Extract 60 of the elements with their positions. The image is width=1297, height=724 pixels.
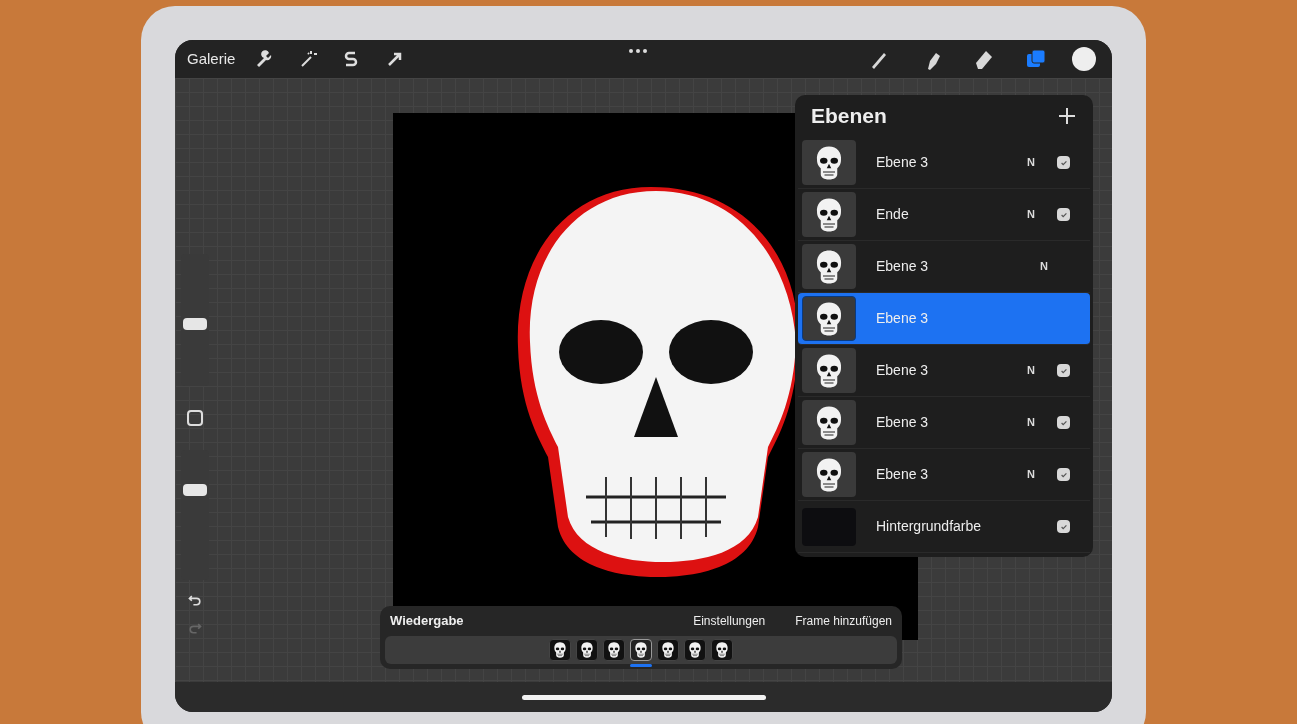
check-icon	[1059, 418, 1068, 427]
frame-thumbnail[interactable]	[630, 639, 652, 661]
slider-thumb[interactable]	[183, 484, 207, 497]
add-icon[interactable]	[1057, 106, 1077, 126]
blend-mode[interactable]: N	[1027, 414, 1041, 431]
panel-title: Ebenen	[811, 103, 887, 130]
frame-thumbnail[interactable]	[684, 639, 706, 661]
visibility-checkbox[interactable]	[1057, 156, 1070, 169]
visibility-checkbox[interactable]	[1057, 520, 1070, 533]
more-icon[interactable]	[627, 47, 648, 55]
check-icon	[1059, 366, 1068, 375]
skull-icon	[715, 641, 729, 659]
check-icon	[1059, 210, 1068, 219]
layer-name: Ebene 3	[876, 361, 930, 380]
skull-icon	[580, 641, 594, 659]
check-icon	[1059, 158, 1068, 167]
layer-name: Ende	[876, 205, 910, 224]
timeline-action-button[interactable]: Frame hinzufügen	[795, 612, 892, 630]
layer-row[interactable]: Ebene 3 N	[798, 449, 1090, 501]
skull-icon	[661, 641, 675, 659]
frame-thumbnail[interactable]	[603, 639, 625, 661]
layer-name: Ebene 3	[876, 465, 930, 484]
layer-name: Hintergrundfarbe	[876, 517, 983, 536]
blend-mode[interactable]: N	[1027, 466, 1041, 483]
skull-icon	[553, 641, 567, 659]
visibility-checkbox[interactable]	[1057, 364, 1070, 377]
layer-row[interactable]: Ebene 3 N	[798, 397, 1090, 449]
check-icon	[1059, 470, 1068, 479]
timeline-title: Wiedergabe	[390, 612, 465, 631]
layer-name: Ebene 3	[876, 257, 930, 276]
selected-frame-indicator	[630, 664, 652, 667]
frame-thumbnail[interactable]	[657, 639, 679, 661]
color-swatch[interactable]	[1072, 47, 1096, 71]
skull-icon	[607, 641, 621, 659]
layer-row[interactable]: Ende N	[798, 189, 1090, 241]
timeline-action-button[interactable]: Einstellungen	[693, 612, 766, 630]
slider-thumb[interactable]	[183, 317, 207, 330]
blend-mode[interactable]: N	[1027, 154, 1041, 171]
check-icon	[1059, 522, 1068, 531]
frame-thumbnail[interactable]	[549, 639, 571, 661]
layer-row[interactable]: Hintergrundfarbe	[798, 501, 1090, 553]
gallery-button[interactable]: Galerie	[187, 47, 236, 71]
blend-mode[interactable]: N	[1027, 206, 1041, 223]
layer-row[interactable]: Ebene 3 N	[798, 241, 1090, 293]
frame-thumbnail[interactable]	[576, 639, 598, 661]
layer-name: Ebene 3	[876, 153, 930, 172]
skull-icon	[634, 641, 648, 659]
layer-name: Ebene 3	[876, 309, 930, 328]
modify-button[interactable]	[187, 410, 203, 426]
visibility-checkbox[interactable]	[1057, 468, 1070, 481]
layer-name: Ebene 3	[876, 413, 930, 432]
layer-row[interactable]: Ebene 3	[798, 293, 1090, 345]
frame-thumbnail[interactable]	[711, 639, 733, 661]
blend-mode[interactable]: N	[1040, 258, 1054, 275]
layer-row[interactable]: Ebene 3 N	[798, 137, 1090, 189]
skull-icon	[688, 641, 702, 659]
blend-mode[interactable]: N	[1027, 362, 1041, 379]
visibility-checkbox[interactable]	[1057, 208, 1070, 221]
visibility-checkbox[interactable]	[1057, 416, 1070, 429]
layer-row[interactable]: Ebene 3 N	[798, 345, 1090, 397]
